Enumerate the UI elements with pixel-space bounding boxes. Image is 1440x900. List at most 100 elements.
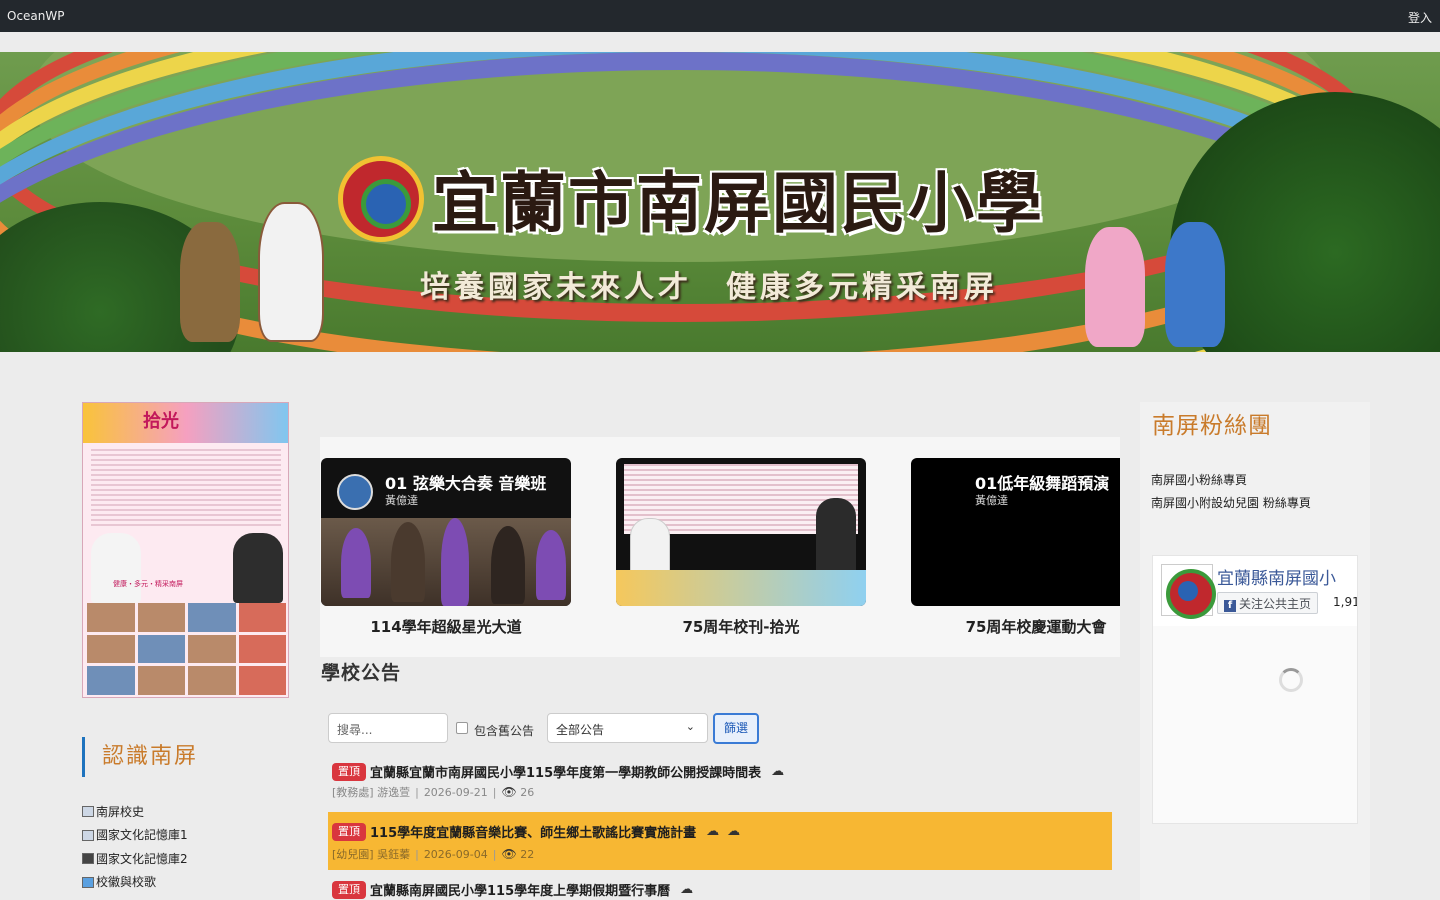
facebook-page-name[interactable]: 宜蘭縣南屏國小	[1217, 564, 1336, 589]
carousel-slide-3[interactable]: 01低年級舞蹈預演 黃億達 75周年校慶運動大會	[911, 458, 1120, 637]
announcement-title[interactable]: 115學年度宜蘭縣音樂比賽、師生鄉土歌謠比賽實施計畫	[370, 822, 696, 841]
archive-icon	[82, 829, 94, 841]
kindergarten-fan-page-link[interactable]: 南屏國小附設幼兒園 粉絲專頁	[1151, 494, 1311, 511]
meta-separator: |	[415, 848, 419, 861]
include-old-checkbox[interactable]	[456, 722, 468, 734]
poster-tagline: 健康・多元・精采南屏	[113, 580, 183, 588]
cloud-icon[interactable]: ☁	[706, 824, 719, 839]
announcement-views: 26	[520, 786, 535, 799]
performer-figure	[391, 522, 425, 602]
emblem-icon	[82, 876, 94, 888]
poster-photo-grid	[87, 603, 286, 695]
poster-photo	[238, 603, 286, 632]
cloud-icon[interactable]: ☁	[771, 764, 784, 779]
announcement-meta: [教務處] 游逸萱 | 2026-09-21 | 👁 26	[332, 784, 534, 800]
top-admin-bar: OceanWP 登入	[0, 0, 1440, 32]
announcement-title[interactable]: 宜蘭縣宜蘭市南屏國民小學115學年度第一學期教師公開授課時間表	[370, 762, 761, 781]
login-link[interactable]: 登入	[1408, 9, 1432, 26]
slide-overlay-author: 黃億達	[975, 494, 1008, 507]
poster-photo	[87, 634, 135, 664]
history-icon	[82, 806, 94, 818]
filter-button[interactable]: 篩選	[713, 713, 759, 744]
poster-photo	[188, 603, 236, 632]
poster-photo	[87, 603, 135, 632]
poster-photo	[87, 666, 135, 695]
banner-school-name: 宜蘭市南屏國民小學	[432, 164, 1044, 242]
poster-photo	[137, 634, 185, 664]
slide-thumbnail[interactable]: 01低年級舞蹈預演 黃億達	[911, 458, 1120, 606]
fan-page-link[interactable]: 南屏國小粉絲專頁	[1151, 471, 1247, 488]
banner-slogan: 培養國家未來人才 健康多元精采南屏	[420, 270, 998, 305]
cloud-icon[interactable]: ☁	[680, 882, 693, 897]
announcement-date: 2026-09-21	[423, 786, 488, 799]
performer-figure	[441, 518, 469, 606]
about-link-label: 校徽與校歌	[96, 875, 157, 890]
facebook-follow-button[interactable]: f 关注公共主页	[1217, 592, 1319, 614]
slide-overlay-title: 01 弦樂大合奏 音樂班	[385, 474, 547, 493]
follow-label: 关注公共主页	[1239, 597, 1312, 611]
poster-photo	[238, 666, 286, 695]
carousel-slide-1[interactable]: 01 弦樂大合奏 音樂班 黃億達 114學年超級星光大道	[321, 458, 571, 637]
loading-spinner-icon	[1279, 668, 1303, 692]
announcement-dept: [教務處] 游逸萱	[332, 786, 411, 799]
category-select-value: 全部公告	[556, 723, 605, 737]
category-select[interactable]: 全部公告 ⌄	[547, 713, 708, 743]
facebook-page-logo[interactable]	[1161, 564, 1216, 619]
facebook-follower-count: 1,91	[1333, 595, 1358, 609]
slide-caption[interactable]: 75周年校刊-拾光	[616, 616, 866, 637]
performer-figure	[341, 528, 371, 598]
carousel-slide-2[interactable]: 75周年校刊-拾光	[616, 458, 866, 637]
site-brand[interactable]: OceanWP	[7, 9, 65, 23]
search-input[interactable]: 搜尋...	[328, 713, 448, 743]
announcement-views: 22	[520, 848, 535, 861]
soccer-character	[1165, 222, 1225, 347]
scientist-character	[258, 202, 324, 342]
announcement-item-highlighted[interactable]: 置頂 115學年度宜蘭縣音樂比賽、師生鄉土歌謠比賽實施計畫 ☁ ☁ [幼兒園] …	[328, 812, 1112, 870]
announcement-row: 置頂 115學年度宜蘭縣音樂比賽、師生鄉土歌謠比賽實施計畫 ☁ ☁	[332, 822, 740, 841]
slide-thumbnail[interactable]: 01 弦樂大合奏 音樂班 黃億達	[321, 458, 571, 606]
about-link-emblem[interactable]: 校徽與校歌	[82, 871, 188, 895]
poster-title: 拾光	[143, 411, 179, 432]
poster-photo	[188, 634, 236, 664]
announcement-item[interactable]: 置頂 宜蘭縣宜蘭市南屏國民小學115學年度第一學期教師公開授課時間表 ☁ [教務…	[328, 762, 1112, 808]
announcement-item[interactable]: 置頂 宜蘭縣南屏國民小學115學年度上學期假期暨行事曆 ☁	[328, 880, 1112, 900]
slide-caption[interactable]: 114學年超級星光大道	[321, 616, 571, 637]
about-link-archive-2[interactable]: 國家文化記憶庫2	[82, 847, 188, 871]
eye-icon: 👁	[501, 785, 517, 799]
about-link-archive-1[interactable]: 國家文化記憶庫1	[82, 824, 188, 848]
meta-separator: |	[415, 786, 419, 799]
facebook-page-widget: 宜蘭縣南屏國小 f 关注公共主页 1,91	[1152, 555, 1358, 824]
poster-text-block	[91, 449, 281, 529]
about-link-history[interactable]: 南屏校史	[82, 800, 188, 824]
header-banner: 宜蘭市南屏國民小學 培養國家未來人才 健康多元精采南屏	[0, 52, 1440, 352]
announcement-dept: [幼兒園] 吳鈺蓁	[332, 848, 411, 861]
camera-icon	[82, 853, 94, 865]
performer-figure	[491, 526, 525, 604]
announcement-title[interactable]: 宜蘭縣南屏國民小學115學年度上學期假期暨行事曆	[370, 880, 670, 899]
about-link-label: 國家文化記憶庫2	[96, 851, 188, 866]
school-logo-icon	[338, 156, 424, 242]
explorer-character	[180, 222, 240, 342]
about-links-list: 南屏校史 國家文化記憶庫1 國家文化記憶庫2 校徽與校歌	[82, 800, 188, 894]
slide-overlay-title: 01低年級舞蹈預演	[975, 474, 1110, 493]
poster-photo	[188, 666, 236, 695]
poster-photo	[137, 666, 185, 695]
magazine-footer	[616, 570, 866, 606]
poster-photo	[238, 634, 286, 664]
pinned-badge: 置頂	[332, 762, 366, 781]
video-carousel: 01 弦樂大合奏 音樂班 黃億達 114學年超級星光大道 75周年校刊-拾光 0…	[320, 437, 1120, 657]
poster-header	[83, 403, 288, 443]
magazine-poster[interactable]: 拾光 健康・多元・精采南屏	[82, 402, 289, 698]
facebook-icon: f	[1224, 600, 1236, 612]
announcement-row: 置頂 宜蘭縣南屏國民小學115學年度上學期假期暨行事曆 ☁	[332, 880, 693, 899]
magazine-person-right	[816, 498, 856, 578]
violinist-character	[1085, 227, 1145, 347]
cloud-icon[interactable]: ☁	[727, 824, 740, 839]
orchestra-photo	[321, 518, 571, 606]
pinned-badge: 置頂	[332, 880, 366, 899]
slide-caption[interactable]: 75周年校慶運動大會	[911, 616, 1120, 637]
about-link-label: 國家文化記憶庫1	[96, 828, 188, 843]
slide-overlay-author: 黃億達	[385, 494, 418, 507]
slide-thumbnail[interactable]	[616, 458, 866, 606]
facebook-widget-header: 宜蘭縣南屏國小 f 关注公共主页 1,91	[1153, 556, 1358, 626]
